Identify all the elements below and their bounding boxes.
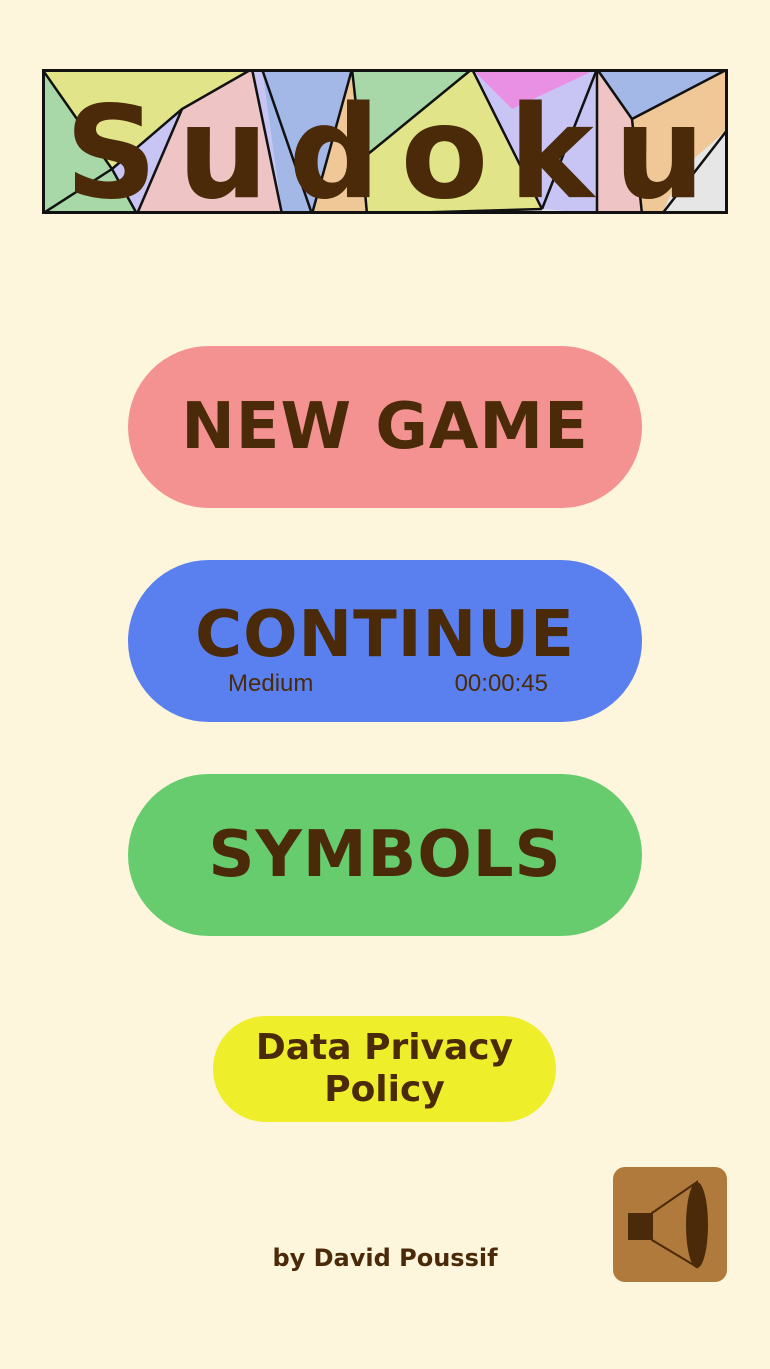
saved-game-time: 00:00:45 bbox=[454, 670, 548, 697]
privacy-policy-button[interactable]: Data Privacy Policy bbox=[213, 1016, 556, 1122]
privacy-policy-label: Data Privacy Policy bbox=[256, 1027, 513, 1111]
saved-game-difficulty: Medium bbox=[228, 670, 314, 697]
logo-mosaic: Sudoku bbox=[42, 69, 728, 214]
sudoku-logo: Sudoku bbox=[42, 69, 728, 214]
continue-button[interactable]: CONTINUE Medium 00:00:45 bbox=[128, 560, 642, 722]
author-credit: by David Poussif bbox=[272, 1244, 498, 1272]
new-game-label: NEW GAME bbox=[181, 390, 589, 464]
symbols-label: SYMBOLS bbox=[208, 818, 562, 892]
continue-label: CONTINUE bbox=[195, 598, 575, 672]
new-game-button[interactable]: NEW GAME bbox=[128, 346, 642, 508]
symbols-button[interactable]: SYMBOLS bbox=[128, 774, 642, 936]
privacy-policy-line2: Policy bbox=[324, 1069, 445, 1110]
privacy-policy-line1: Data Privacy bbox=[255, 1027, 514, 1068]
